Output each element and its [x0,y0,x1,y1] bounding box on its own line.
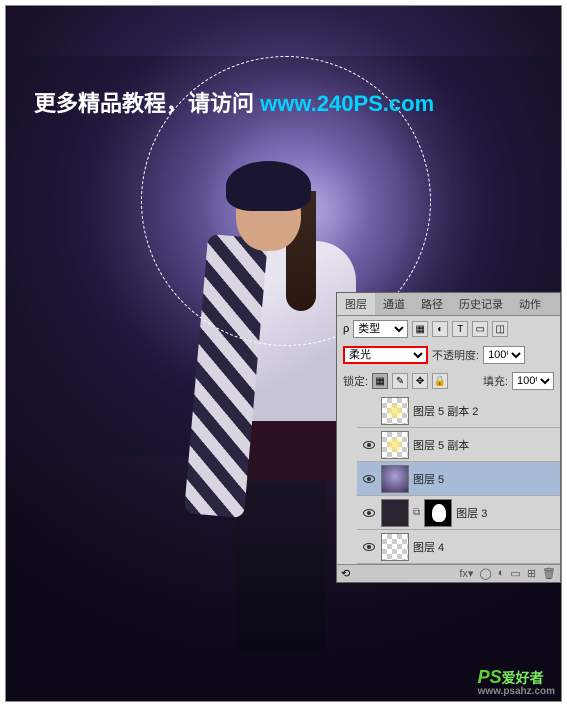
layer-row[interactable]: ⧉ 图层 3 [357,496,560,530]
eye-icon [363,475,375,483]
lock-label: 锁定: [343,373,368,389]
layer-thumb [381,431,409,459]
filter-shape-icon[interactable]: ▭ [472,321,488,337]
new-layer-icon[interactable]: ⊞ [527,567,536,580]
visibility-toggle[interactable] [361,471,377,487]
group-icon[interactable]: ▭ [510,567,520,580]
layer-name[interactable]: 图层 5 副本 2 [413,403,556,419]
filter-row: ρ 类型 ▦ ◐ T ▭ ◫ [337,316,560,342]
filter-image-icon[interactable]: ▦ [412,321,428,337]
layer-list: 图层 5 副本 2 图层 5 副本 图层 5 ⧉ 图层 3 图层 4 [337,394,560,564]
filter-adjust-icon[interactable]: ◐ [432,321,448,337]
layer-name[interactable]: 图层 4 [413,539,556,555]
tab-actions[interactable]: 动作 [511,293,549,315]
visibility-toggle[interactable] [361,437,377,453]
opacity-label: 不透明度: [432,347,479,363]
adjustment-icon[interactable]: ◐ [498,567,505,580]
banner-text: 更多精品教程，请访问 www.240PS.com [34,86,434,118]
tab-layers[interactable]: 图层 [337,293,375,315]
watermark-site: www.psahz.com [478,686,555,697]
layer-thumb [381,499,409,527]
panel-tabs: 图层 通道 路径 历史记录 动作 [337,293,560,316]
layers-panel: 图层 通道 路径 历史记录 动作 ρ 类型 ▦ ◐ T ▭ ◫ 柔光 不透明度:… [336,292,561,583]
banner-url: www.240PS.com [260,91,434,116]
banner-label: 更多精品教程，请访问 [34,91,260,116]
eye-icon [363,543,375,551]
link-layers-icon[interactable]: ⟲ [341,567,350,580]
lock-paint-icon[interactable]: ✎ [392,373,408,389]
filter-smart-icon[interactable]: ◫ [492,321,508,337]
tab-history[interactable]: 历史记录 [451,293,511,315]
layer-row[interactable]: 图层 5 副本 2 [357,394,560,428]
layer-row[interactable]: 图层 5 副本 [357,428,560,462]
tab-channels[interactable]: 通道 [375,293,413,315]
fill-select[interactable]: 100% [512,372,554,390]
layer-row[interactable]: 图层 4 [357,530,560,564]
eye-icon [363,509,375,517]
mask-icon[interactable]: ◯ [479,567,491,580]
watermark-suffix: 爱好者 [502,670,544,686]
link-icon: ⧉ [413,507,420,518]
fx-icon[interactable]: fx▾ [459,567,473,580]
eye-icon [363,441,375,449]
lock-row: 锁定: ▦ ✎ ✥ 🔒 填充: 100% [337,368,560,394]
layer-thumb [381,533,409,561]
lock-transparency-icon[interactable]: ▦ [372,373,388,389]
delete-icon[interactable]: 🗑 [542,567,556,580]
filter-select[interactable]: 类型 [353,320,408,338]
filter-text-icon[interactable]: T [452,321,468,337]
opacity-select[interactable]: 100% [483,346,525,364]
visibility-toggle[interactable] [361,539,377,555]
layer-row[interactable]: 图层 5 [357,462,560,496]
layer-thumb [381,465,409,493]
blend-mode-select[interactable]: 柔光 [343,346,428,364]
watermark-brand: PS [478,667,502,687]
layer-name[interactable]: 图层 5 [413,471,556,487]
fill-label: 填充: [483,373,508,389]
layer-thumb [381,397,409,425]
panel-footer: ⟲ fx▾ ◯ ◐ ▭ ⊞ 🗑 [337,564,560,582]
layer-name[interactable]: 图层 5 副本 [413,437,556,453]
blend-row: 柔光 不透明度: 100% [337,342,560,368]
lock-all-icon[interactable]: 🔒 [432,373,448,389]
layer-name[interactable]: 图层 3 [456,505,556,521]
kind-icon: ρ [343,323,349,335]
mask-thumb [424,499,452,527]
visibility-toggle[interactable] [361,403,377,419]
watermark: PS爱好者 www.psahz.com [478,667,555,697]
lock-position-icon[interactable]: ✥ [412,373,428,389]
tab-paths[interactable]: 路径 [413,293,451,315]
visibility-toggle[interactable] [361,505,377,521]
